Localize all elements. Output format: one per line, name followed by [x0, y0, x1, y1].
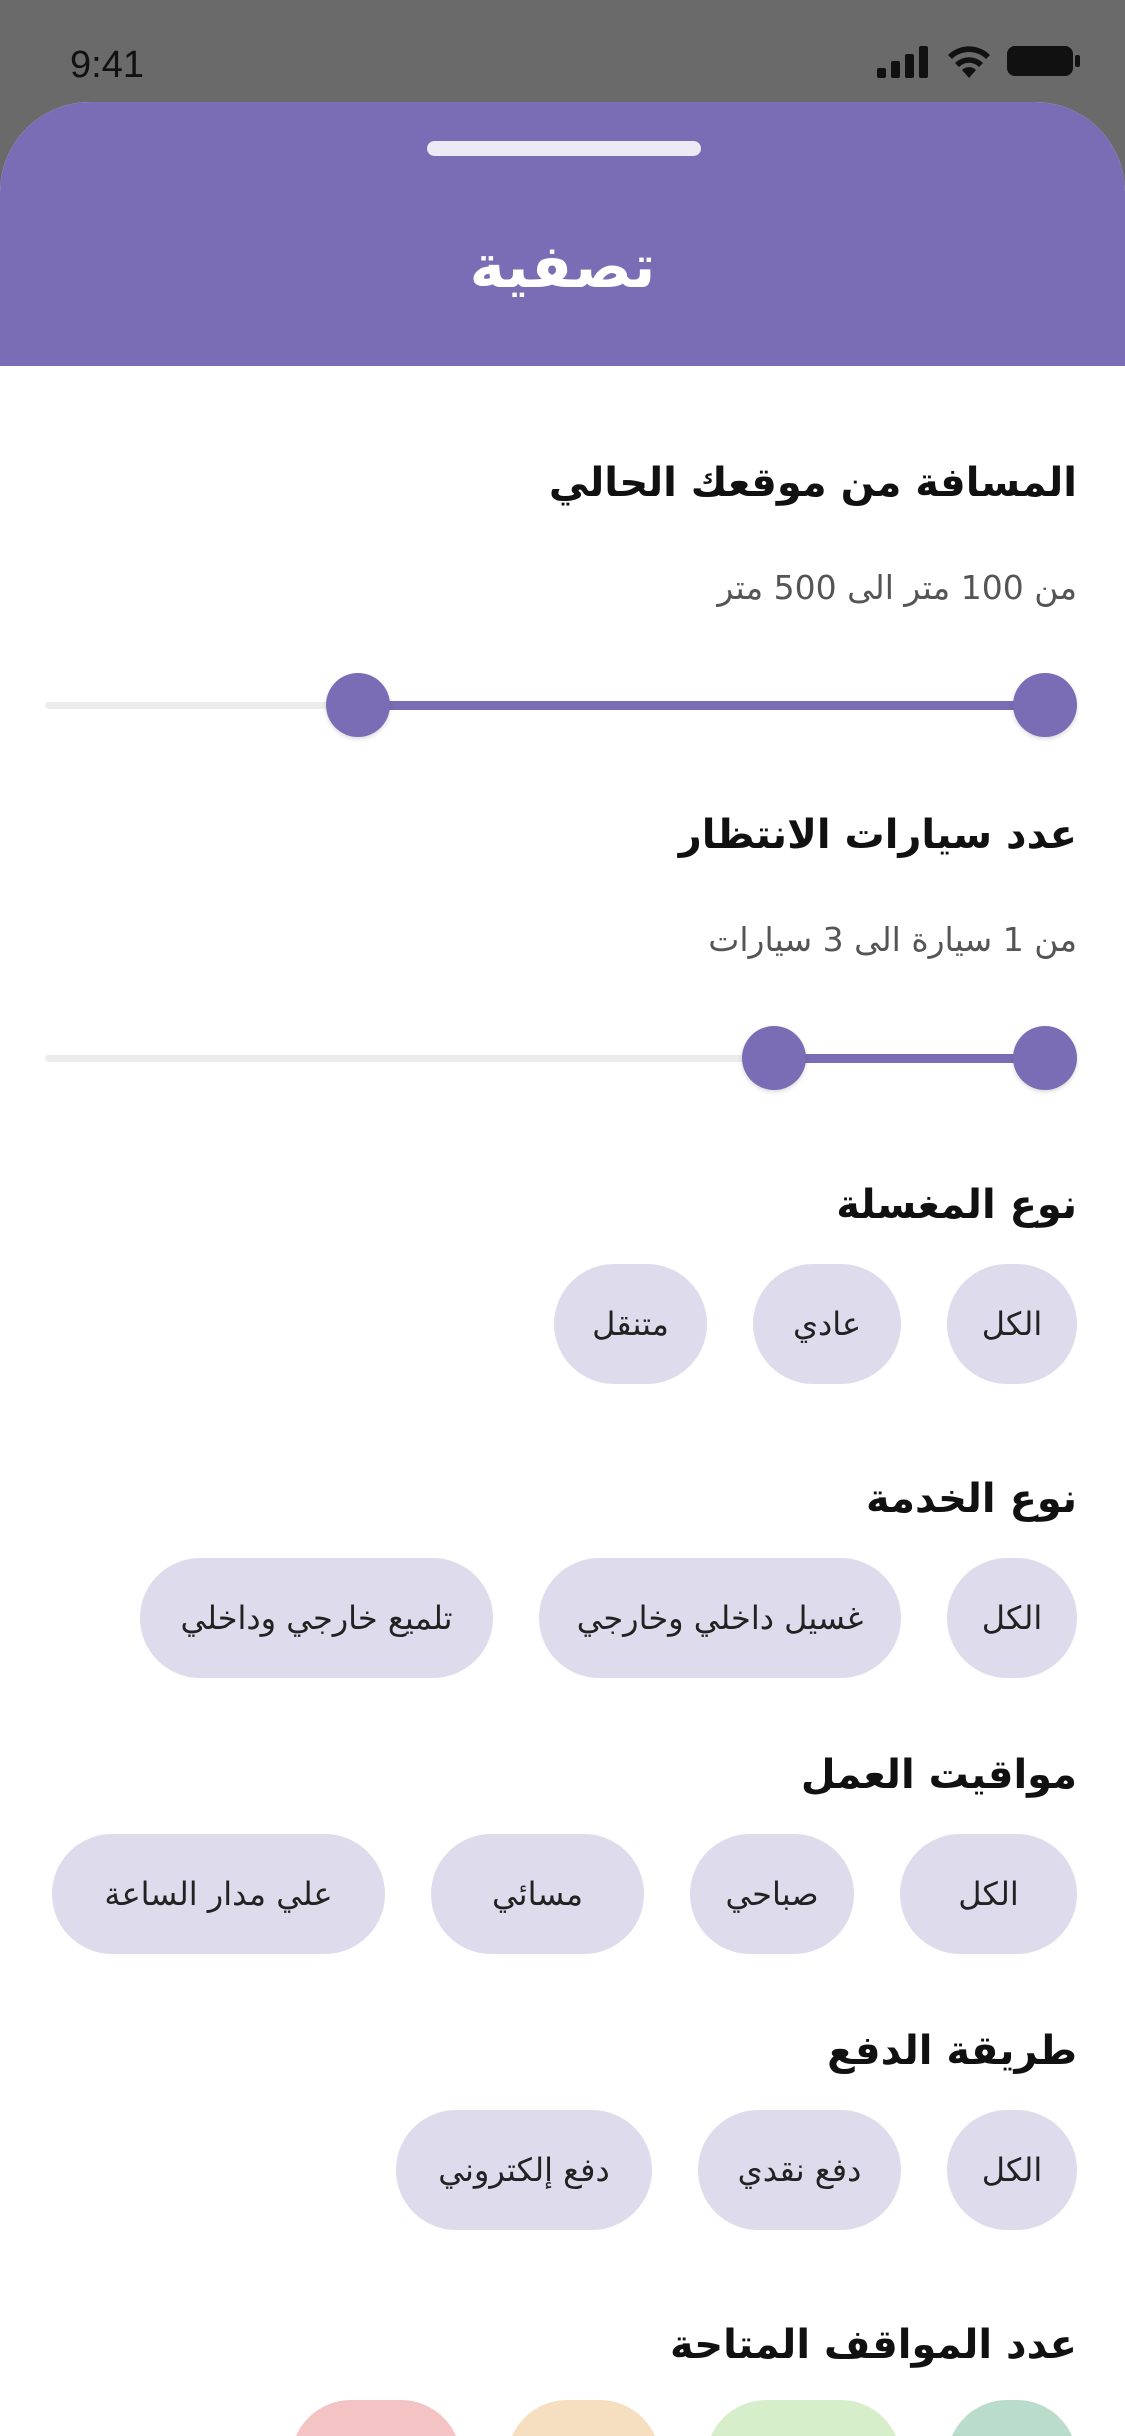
service-type-options: الكل غسيل داخلي وخارجي تلميع خارجي وداخل… [140, 1558, 1077, 1678]
battery-icon [1007, 46, 1080, 76]
distance-range-text: من 100 متر الى 500 متر [717, 568, 1077, 607]
working-hours-title: مواقيت العمل [800, 1752, 1077, 1798]
status-bar: 9:41 [0, 0, 1125, 100]
parking-spots-options [291, 2400, 1077, 2436]
distance-slider[interactable] [45, 673, 1077, 737]
slider-max-thumb[interactable] [1013, 1026, 1077, 1090]
parking-spot-chip[interactable] [706, 2400, 901, 2436]
wash-type-chip-regular[interactable]: عادي [753, 1264, 901, 1384]
payment-chip-all[interactable]: الكل [947, 2110, 1077, 2230]
payment-options: الكل دفع نقدي دفع إلكتروني [396, 2110, 1077, 2230]
service-type-title: نوع الخدمة [865, 1476, 1077, 1522]
parking-spot-chip[interactable] [291, 2400, 461, 2436]
wash-type-chip-all[interactable]: الكل [947, 1264, 1077, 1384]
filter-sheet: تصفية المسافة من موقعك الحالي من 100 متر… [0, 102, 1125, 2436]
payment-chip-cash[interactable]: دفع نقدي [698, 2110, 901, 2230]
slider-fill [357, 701, 1045, 710]
queue-slider[interactable] [45, 1026, 1077, 1090]
wifi-icon [948, 46, 990, 78]
parking-spots-title: عدد المواقف المتاحة [670, 2322, 1077, 2368]
working-hours-options: الكل صباحي مسائي علي مدار الساعة [52, 1834, 1077, 1954]
queue-title: عدد سيارات الانتظار [678, 812, 1077, 858]
sheet-grabber[interactable] [427, 141, 701, 156]
service-type-chip-polish[interactable]: تلميع خارجي وداخلي [140, 1558, 493, 1678]
status-icons [877, 38, 1081, 78]
wash-type-chip-mobile[interactable]: متنقل [554, 1264, 707, 1384]
cellular-signal-icon [877, 46, 928, 78]
payment-chip-electronic[interactable]: دفع إلكتروني [396, 2110, 652, 2230]
slider-fill [773, 1054, 1045, 1063]
queue-range-text: من 1 سيارة الى 3 سيارات [708, 920, 1077, 959]
wash-type-title: نوع المغسلة [836, 1182, 1077, 1228]
parking-spot-chip[interactable] [947, 2400, 1077, 2436]
payment-title: طريقة الدفع [827, 2028, 1077, 2074]
slider-min-thumb[interactable] [325, 673, 390, 737]
parking-spot-chip[interactable] [507, 2400, 660, 2436]
sheet-header: تصفية [0, 102, 1125, 366]
status-time: 9:41 [70, 44, 144, 86]
working-hours-chip-evening[interactable]: مسائي [431, 1834, 644, 1954]
service-type-chip-all[interactable]: الكل [947, 1558, 1077, 1678]
working-hours-chip-24h[interactable]: علي مدار الساعة [52, 1834, 385, 1954]
distance-title: المسافة من موقعك الحالي [548, 460, 1077, 506]
working-hours-chip-morning[interactable]: صباحي [690, 1834, 854, 1954]
page-title: تصفية [469, 232, 656, 302]
slider-max-thumb[interactable] [1013, 673, 1077, 737]
wash-type-options: الكل عادي متنقل [554, 1264, 1077, 1384]
slider-min-thumb[interactable] [741, 1026, 806, 1090]
service-type-chip-inside-outside-wash[interactable]: غسيل داخلي وخارجي [539, 1558, 901, 1678]
working-hours-chip-all[interactable]: الكل [900, 1834, 1077, 1954]
